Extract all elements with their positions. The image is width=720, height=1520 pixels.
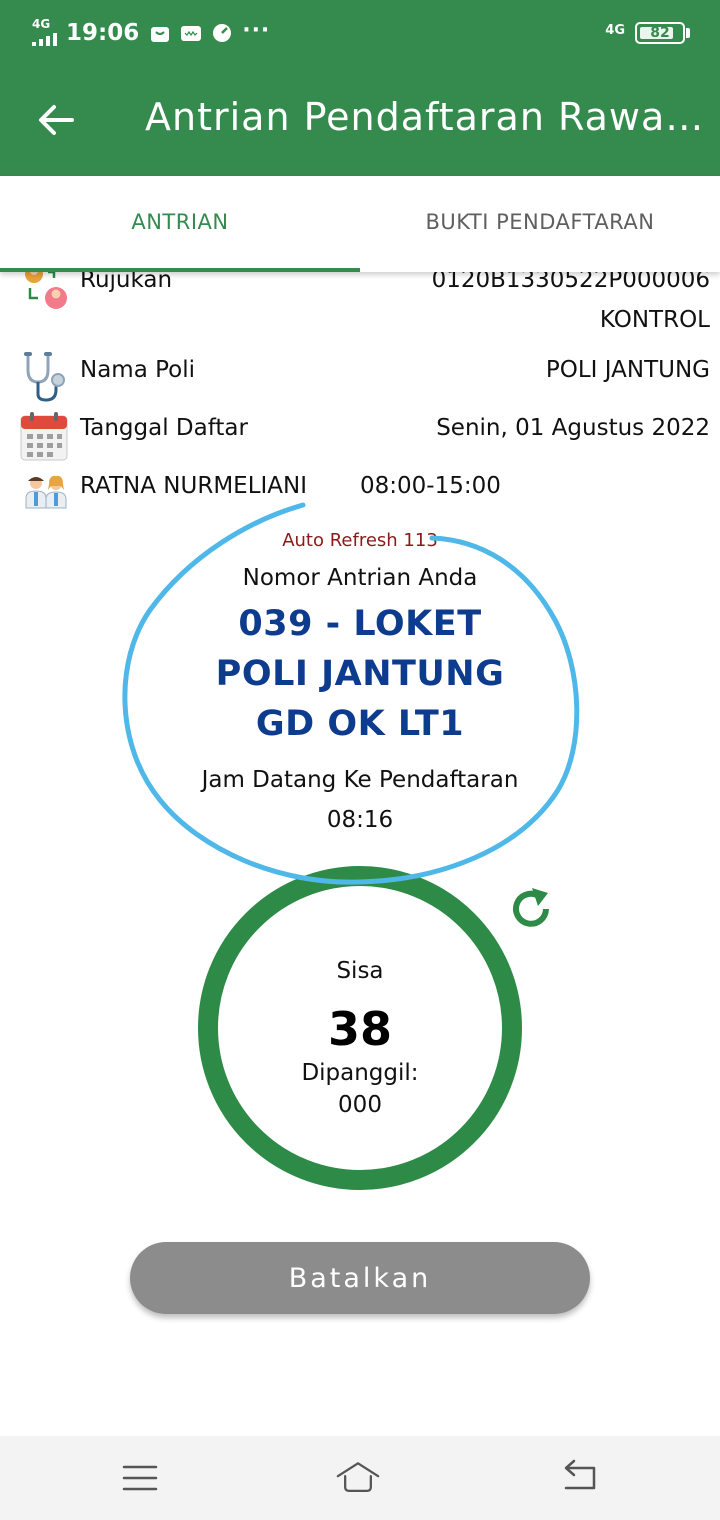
auto-refresh-countdown: Auto Refresh 113: [282, 530, 438, 551]
tanggal-daftar-value: Senin, 01 Agustus 2022: [436, 415, 710, 441]
nama-poli-label: Nama Poli: [80, 357, 196, 383]
queue-poli: POLI JANTUNG: [215, 654, 505, 694]
rujukan-type: KONTROL: [599, 307, 710, 333]
queue-number: 039 - LOKET: [238, 604, 482, 644]
arrow-left-icon[interactable]: [34, 98, 78, 142]
doctors-icon: [25, 475, 67, 509]
battery-icon: 82: [635, 22, 685, 44]
remaining-label: Sisa: [336, 958, 384, 984]
status-right: 4G 82: [605, 18, 690, 48]
queue-number-label: Nomor Antrian Anda: [242, 565, 478, 591]
status-time: 19:06: [66, 20, 140, 46]
more-notifications-icon: ···: [242, 17, 271, 43]
status-bar: 4G 19:06 ··· 4G 82: [0, 0, 720, 64]
app-bar: 4G 19:06 ··· 4G 82 Antrian Pendaftaran R…: [0, 0, 720, 176]
nama-poli-value: POLI JANTUNG: [545, 357, 710, 383]
queue-location: GD OK LT1: [255, 704, 465, 744]
doctor-name: RATNA NURMELIANI: [80, 473, 308, 499]
cell-signal-icon: 4G: [30, 18, 62, 48]
tab-bar: ANTRIAN BUKTI PENDAFTARAN: [0, 176, 720, 272]
vivo-app-icon: [181, 26, 202, 41]
battery-percent: 82: [650, 25, 670, 41]
tab-antrian[interactable]: ANTRIAN: [0, 176, 360, 268]
doctor-schedule: 08:00-15:00: [360, 473, 501, 499]
calendar-icon: [20, 412, 68, 461]
called-label: Dipanggil:: [301, 1060, 419, 1086]
shopping-bag-icon: [151, 27, 170, 42]
active-tab-indicator: [0, 268, 360, 272]
cancel-button[interactable]: Batalkan: [130, 1242, 590, 1314]
tab-bukti-pendaftaran[interactable]: BUKTI PENDAFTARAN: [360, 176, 720, 268]
status-left: 4G 19:06 ···: [30, 16, 270, 50]
called-number: 000: [338, 1092, 382, 1118]
arrival-time-label: Jam Datang Ke Pendaftaran: [201, 767, 519, 793]
menu-icon[interactable]: [118, 1456, 162, 1500]
back-icon[interactable]: [558, 1456, 602, 1500]
remaining-count: 38: [327, 1002, 392, 1056]
refresh-icon[interactable]: [508, 884, 556, 932]
page-title: Antrian Pendaftaran Rawat Jalan: [145, 95, 705, 139]
tanggal-daftar-label: Tanggal Daftar: [80, 415, 248, 441]
stethoscope-icon: [24, 352, 65, 402]
network-type-left: 4G: [32, 17, 51, 31]
system-nav-bar: [0, 1436, 720, 1520]
network-type-right: 4G: [605, 22, 625, 38]
gauge-icon: [213, 24, 232, 42]
arrival-time-value: 08:16: [326, 807, 394, 833]
home-icon[interactable]: [336, 1456, 380, 1500]
